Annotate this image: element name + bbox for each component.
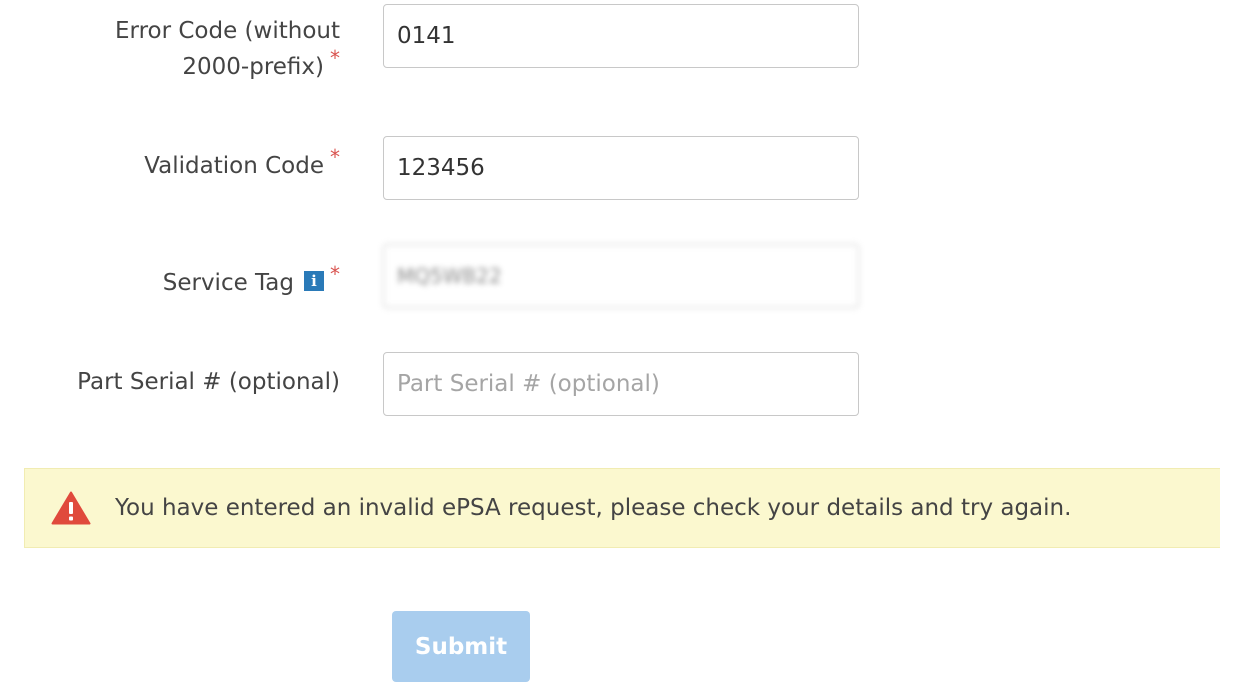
error-alert: You have entered an invalid ePSA request… (24, 468, 1220, 548)
error-code-label-line2: 2000-prefix) (182, 54, 324, 80)
alert-message: You have entered an invalid ePSA request… (115, 495, 1072, 521)
service-tag-input[interactable] (383, 244, 859, 308)
service-tag-label: Service Tag i * (162, 262, 340, 301)
info-icon[interactable]: i (304, 270, 324, 291)
required-asterisk: * (330, 262, 340, 286)
validation-code-label-text: Validation Code (144, 153, 324, 179)
error-code-label-line1: Error Code (without (114, 18, 340, 44)
validation-code-input[interactable] (383, 136, 859, 200)
part-serial-label-text: Part Serial # (optional) (77, 369, 340, 395)
error-code-input[interactable] (383, 4, 859, 68)
error-code-label: Error Code (without 2000-prefix) * (115, 13, 340, 85)
validation-code-label: Validation Code * (144, 145, 340, 184)
required-asterisk: * (330, 46, 340, 70)
submit-button[interactable]: Submit (392, 611, 530, 682)
part-serial-input[interactable] (383, 352, 859, 416)
warning-triangle-icon (51, 491, 91, 525)
required-asterisk: * (330, 145, 340, 169)
part-serial-label: Part Serial # (optional) (77, 364, 340, 400)
epsa-form: Error Code (without 2000-prefix)* Valida… (0, 0, 1243, 691)
service-tag-label-text: Service Tag (162, 270, 294, 296)
